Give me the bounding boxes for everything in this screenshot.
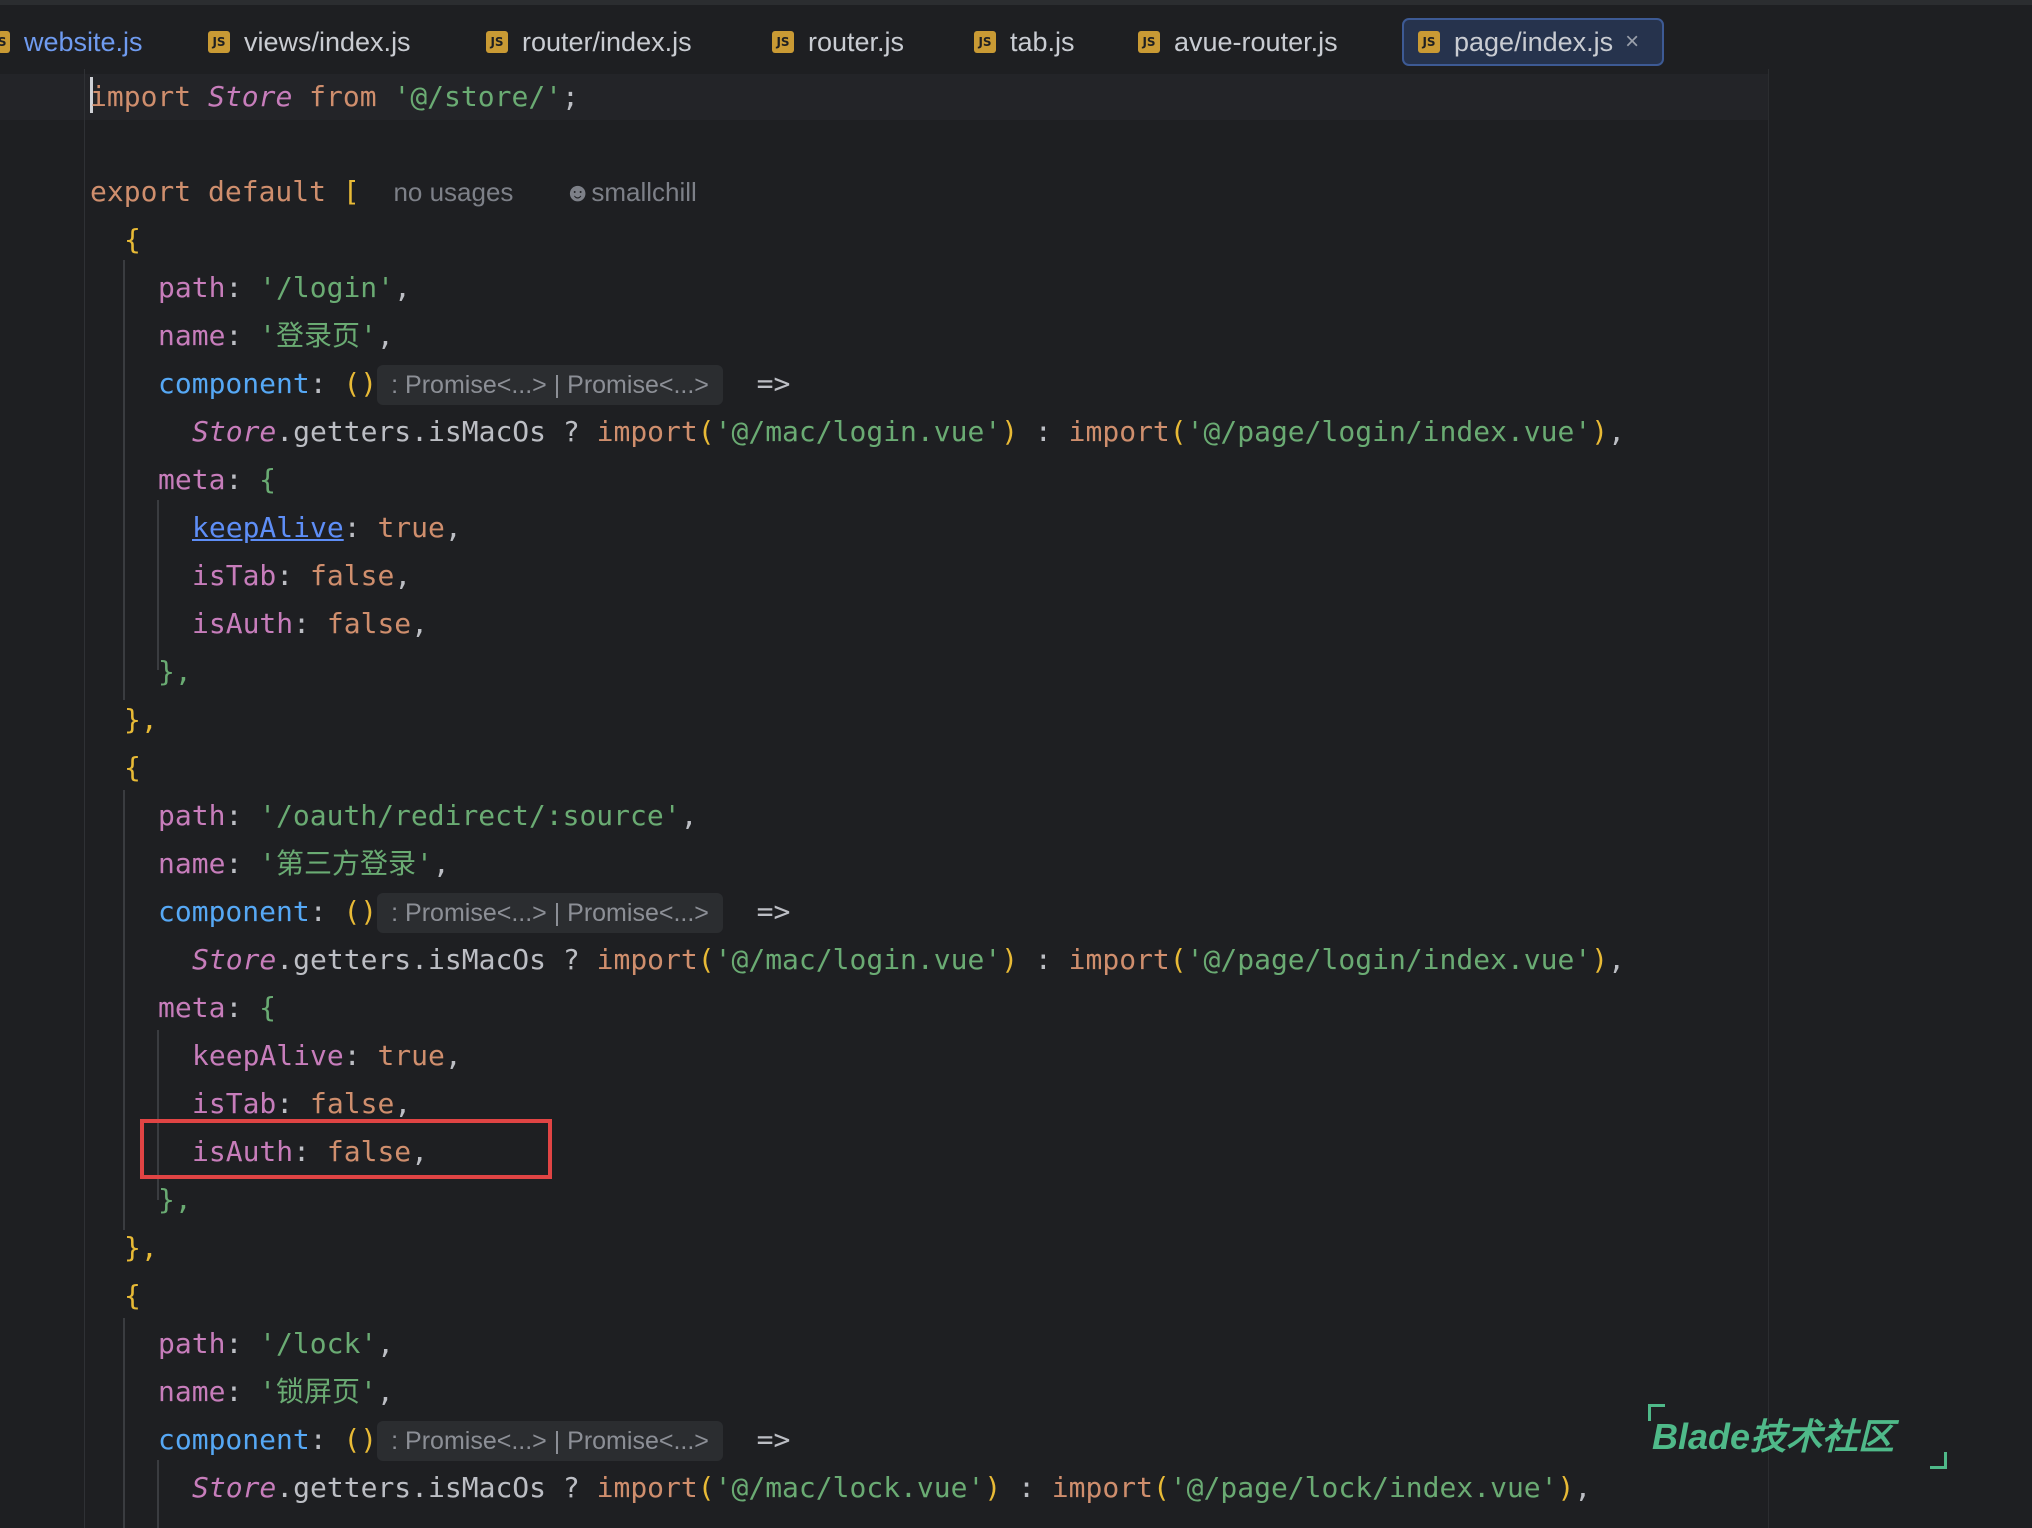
tab-router-index-js[interactable]: JS router/index.js xyxy=(486,18,692,66)
code-line[interactable]: keepAlive: true, xyxy=(192,504,462,552)
code-line[interactable]: name: '第三方登录', xyxy=(158,840,450,888)
type-hint: : Promise<...> | Promise<...> xyxy=(377,1421,723,1461)
tab-avue-router-js[interactable]: JS avue-router.js xyxy=(1138,18,1338,66)
tab-page-index-js[interactable]: JS page/index.js × xyxy=(1402,18,1664,66)
code-line[interactable]: meta: { xyxy=(158,984,276,1032)
code-line[interactable]: component: (): Promise<...> | Promise<..… xyxy=(158,888,790,936)
js-file-icon: JS xyxy=(208,31,230,53)
code-line[interactable]: }, xyxy=(124,696,158,744)
user-icon: ☻ xyxy=(564,177,592,207)
watermark-logo: Blade技术社区 xyxy=(1652,1416,1895,1457)
code-line[interactable]: { xyxy=(124,744,141,792)
code-line[interactable]: Store.getters.isMacOs ? import('@/mac/lo… xyxy=(192,1464,1591,1512)
code-line[interactable]: keepAlive: true, xyxy=(192,1032,462,1080)
type-hint: : Promise<...> | Promise<...> xyxy=(377,893,723,933)
usages-hint: no usages xyxy=(393,177,514,207)
tab-label: website.js xyxy=(24,26,143,57)
js-file-icon: JS xyxy=(772,31,794,53)
author-hint: ☻smallchill xyxy=(564,177,697,207)
code-line[interactable]: import Store from '@/store/'; xyxy=(90,73,579,121)
code-line[interactable]: Store.getters.isMacOs ? import('@/mac/lo… xyxy=(192,936,1625,984)
code-line[interactable]: name: '锁屏页', xyxy=(158,1368,394,1416)
code-line[interactable]: isTab: false, xyxy=(192,552,411,600)
tab-router-js[interactable]: JS router.js xyxy=(772,18,904,66)
code-line[interactable]: { xyxy=(124,1272,141,1320)
code-line[interactable]: path: '/login', xyxy=(158,264,411,312)
code-line[interactable]: }, xyxy=(158,648,192,696)
tab-label: router.js xyxy=(808,26,905,57)
code-line[interactable]: export default [ no usages ☻smallchill xyxy=(90,168,697,216)
tab-label: avue-router.js xyxy=(1174,26,1338,57)
code-line[interactable]: Store.getters.isMacOs ? import('@/mac/lo… xyxy=(192,408,1625,456)
tab-tab-js[interactable]: JS tab.js xyxy=(974,18,1075,66)
editor-tab-bar: JS website.js JS views/index.js JS route… xyxy=(0,5,2032,69)
js-file-icon: JS xyxy=(486,31,508,53)
tab-label: router/index.js xyxy=(522,26,692,57)
js-file-icon: JS xyxy=(1138,31,1160,53)
tab-label: page/index.js xyxy=(1454,26,1614,57)
type-hint: : Promise<...> | Promise<...> xyxy=(377,365,723,405)
tab-views-index-js[interactable]: JS views/index.js xyxy=(208,18,411,66)
code-line[interactable]: meta: { xyxy=(158,456,276,504)
js-file-icon: JS xyxy=(0,31,10,53)
code-line[interactable]: component: (): Promise<...> | Promise<..… xyxy=(158,360,790,408)
code-line[interactable]: { xyxy=(124,216,141,264)
code-line[interactable]: component: (): Promise<...> | Promise<..… xyxy=(158,1416,790,1464)
code-line[interactable]: isAuth: false, xyxy=(192,600,428,648)
js-file-icon: JS xyxy=(974,31,996,53)
tab-website-js[interactable]: JS website.js xyxy=(0,18,143,66)
code-line[interactable]: }, xyxy=(158,1176,192,1224)
close-icon[interactable]: × xyxy=(1625,28,1639,56)
watermark-corner xyxy=(1930,1452,1947,1469)
highlight-annotation-box xyxy=(140,1119,552,1179)
code-line[interactable]: name: '登录页', xyxy=(158,312,394,360)
code-line[interactable]: path: '/oauth/redirect/:source', xyxy=(158,792,697,840)
code-line[interactable]: }, xyxy=(124,1224,158,1272)
tab-label: views/index.js xyxy=(244,26,411,57)
code-line[interactable]: path: '/lock', xyxy=(158,1320,394,1368)
js-file-icon: JS xyxy=(1418,31,1440,53)
tab-label: tab.js xyxy=(1010,26,1075,57)
